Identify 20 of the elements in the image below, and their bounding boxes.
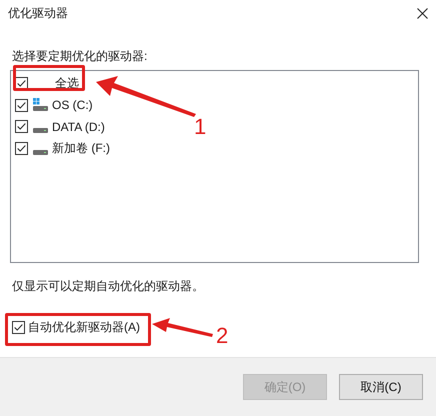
list-label: 选择要定期优化的驱动器: xyxy=(12,48,148,65)
drive-label[interactable]: DATA (D:) xyxy=(52,120,105,134)
close-icon[interactable] xyxy=(417,8,428,18)
checkbox[interactable] xyxy=(12,321,25,334)
drive-icon xyxy=(32,98,48,112)
drive-icon xyxy=(33,150,48,155)
window-title: 优化驱动器 xyxy=(8,4,68,22)
checkbox[interactable] xyxy=(15,120,28,134)
drive-label[interactable]: OS (C:) xyxy=(52,98,93,112)
checkbox[interactable] xyxy=(15,142,28,155)
annotation-frame xyxy=(13,65,85,91)
checkbox[interactable] xyxy=(15,98,28,112)
annotation-number: 2 xyxy=(216,323,228,349)
drive-icon xyxy=(33,128,48,134)
annotation-arrow xyxy=(152,318,214,338)
drive-label[interactable]: 新加卷 (F:) xyxy=(52,140,110,157)
annotation-number: 1 xyxy=(194,114,206,140)
note-text: 仅显示可以定期自动优化的驱动器。 xyxy=(12,278,205,295)
cancel-button[interactable]: 取消(C) xyxy=(339,374,423,400)
checkbox-label[interactable]: 自动优化新驱动器(A) xyxy=(28,319,140,336)
